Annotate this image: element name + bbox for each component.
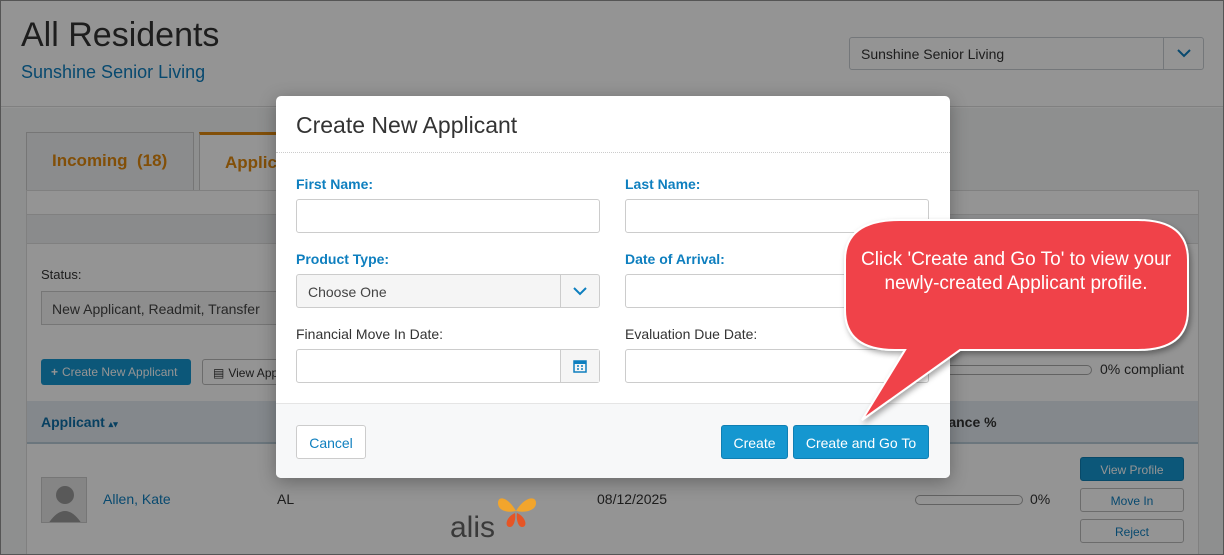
callout-text: Click 'Create and Go To' to view your ne…	[861, 249, 1171, 294]
